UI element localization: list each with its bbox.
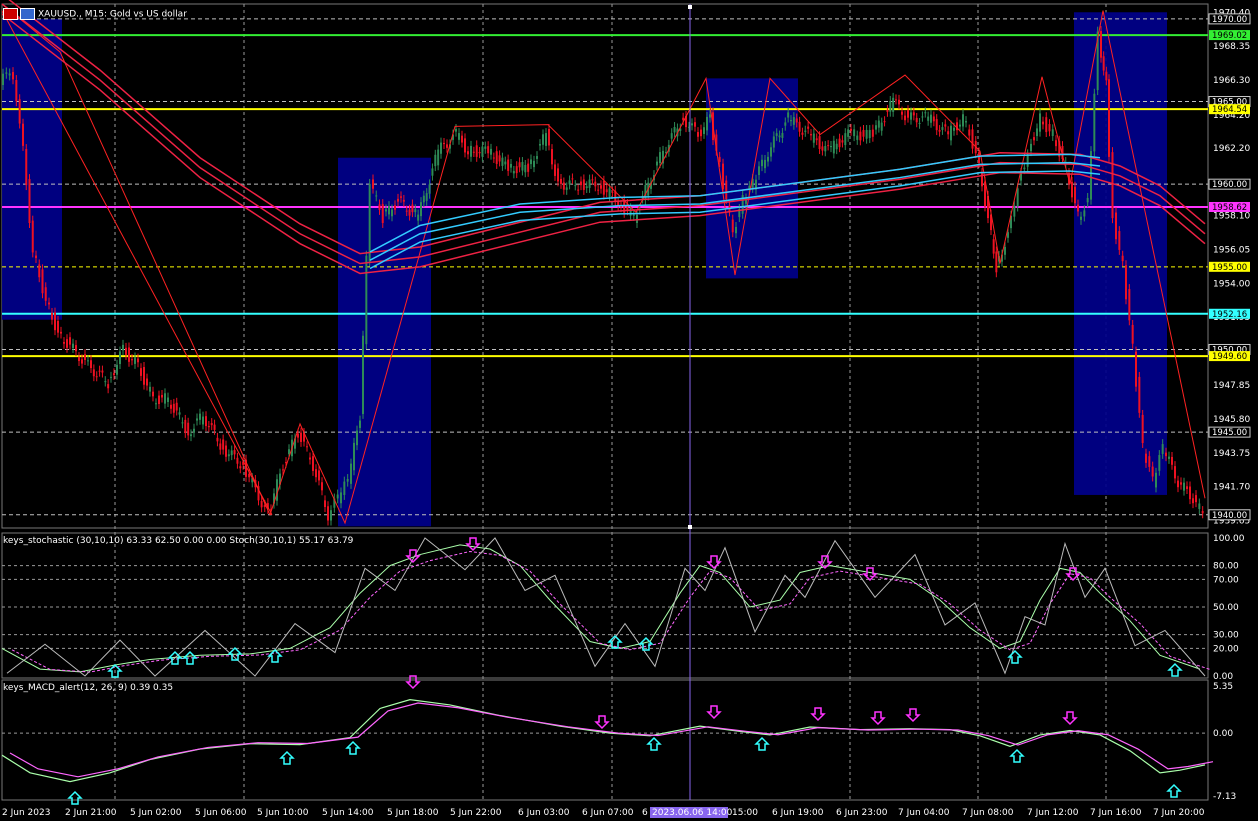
- time-axis-label: 6: [642, 808, 648, 818]
- sell-signal-down-arrow-icon: [810, 707, 826, 722]
- time-axis-label: 6 Jun 07:00: [582, 808, 634, 818]
- buy-signal-up-arrow-icon: [67, 790, 83, 805]
- sell-signal-down-arrow-icon: [862, 567, 878, 582]
- time-axis-label: 5 Jun 10:00: [257, 808, 309, 818]
- trading-terminal-chart[interactable]: 1970.401968.351966.301964.201962.201960.…: [0, 0, 1258, 821]
- price-level-tag-text: 1955.00: [1212, 263, 1247, 273]
- moving-average-slow: [1, 13, 1206, 275]
- main-panel-frame: [1, 3, 1209, 529]
- price-level-tag-text: 1940.00: [1212, 511, 1247, 521]
- price-chart[interactable]: 1970.401968.351966.301964.201962.201960.…: [0, 0, 1258, 821]
- time-axis-label: 7 Jun 12:00: [1027, 808, 1079, 818]
- stochastic-main-line: [1, 544, 1201, 673]
- price-level-tag-text: 1969.02: [1212, 31, 1247, 41]
- crosshair-handle-bottom: [688, 525, 692, 529]
- price-axis-label: 1966.30: [1213, 76, 1250, 86]
- time-axis-label: 7 Jun 04:00: [898, 808, 950, 818]
- zigzag-line: [1, 3, 1206, 525]
- stochastic-axis-label: 0.00: [1213, 672, 1233, 682]
- candlesticks: [2, 26, 1204, 526]
- price-level-tag-text: 1960.00: [1212, 180, 1247, 190]
- time-axis-label: 7 Jun 08:00: [962, 808, 1014, 818]
- time-axis-label: 5 Jun 14:00: [322, 808, 374, 818]
- time-axis-label: 7 Jun 20:00: [1153, 808, 1205, 818]
- stochastic-title: keys_stochastic (30,10,10) 63.33 62.50 0…: [3, 536, 354, 546]
- price-level-tag-text: 1964.54: [1212, 105, 1247, 115]
- price-level-tag-text: 1949.60: [1212, 352, 1247, 362]
- price-level-tag-text: 1970.00: [1212, 15, 1247, 25]
- moving-average-slow: [1, 3, 1206, 265]
- time-axis-label: 7 Jun 16:00: [1090, 808, 1142, 818]
- uk-flag-icon[interactable]: [3, 8, 18, 20]
- time-axis-label: 6 Jun 03:00: [518, 808, 570, 818]
- macd-title: keys_MACD_alert(12, 26, 9) 0.39 0.35: [3, 683, 174, 693]
- sell-signal-down-arrow-icon: [905, 708, 921, 723]
- price-axis-label: 1943.75: [1213, 449, 1250, 459]
- stochastic-axis-label: 50.00: [1213, 603, 1239, 613]
- sell-signal-down-arrow-icon: [706, 705, 722, 720]
- time-axis-label: 5 Jun 06:00: [195, 808, 247, 818]
- macd-axis-label: 0.00: [1213, 729, 1233, 739]
- stochastic-axis-label: 20.00: [1213, 644, 1239, 654]
- sell-signal-down-arrow-icon: [870, 711, 886, 726]
- sell-signal-down-arrow-icon: [465, 537, 481, 552]
- buy-signal-up-arrow-icon: [1167, 662, 1183, 677]
- stochastic-axis-label: 30.00: [1213, 631, 1239, 641]
- crosshair-time-text: 2023.06.06 14:00: [652, 808, 733, 818]
- time-axis-label: 5 Jun 22:00: [450, 808, 502, 818]
- buy-signal-up-arrow-icon: [345, 740, 361, 755]
- buy-signal-up-arrow-icon: [267, 648, 283, 663]
- time-axis-label: 2 Jun 21:00: [65, 808, 117, 818]
- time-axis-label: 2 Jun 2023: [2, 808, 50, 818]
- buy-signal-up-arrow-icon: [1007, 649, 1023, 664]
- macd-axis-label: -7.13: [1213, 792, 1236, 802]
- buy-signal-up-arrow-icon: [1166, 783, 1182, 798]
- sell-signal-down-arrow-icon: [594, 715, 610, 730]
- price-axis-label: 1945.80: [1213, 415, 1250, 425]
- timeframe-label: M15:: [84, 9, 107, 20]
- buy-signal-up-arrow-icon: [279, 750, 295, 765]
- sell-signal-down-arrow-icon: [706, 555, 722, 570]
- time-axis-label: 6 Jun 19:00: [772, 808, 824, 818]
- us-flag-icon[interactable]: [20, 8, 35, 20]
- stochastic-axis-label: 80.00: [1213, 562, 1239, 572]
- time-axis-label: 5 Jun 18:00: [387, 808, 439, 818]
- price-axis-label: 1968.35: [1213, 42, 1250, 52]
- symbol-description: Gold vs US dollar: [109, 9, 187, 20]
- crosshair-handle-top: [688, 5, 692, 9]
- buy-signal-up-arrow-icon: [754, 736, 770, 751]
- sell-signal-down-arrow-icon: [1062, 711, 1078, 726]
- price-axis-label: 1954.00: [1213, 279, 1250, 289]
- price-axis-label: 1962.20: [1213, 144, 1250, 154]
- time-axis-label: 5 Jun 02:00: [130, 808, 182, 818]
- time-axis-label: 15:00: [732, 808, 758, 818]
- macd-main-line: [1, 699, 1206, 783]
- buy-signal-up-arrow-icon: [646, 736, 662, 751]
- price-level-tag-text: 1958.62: [1212, 203, 1247, 213]
- price-axis-label: 1947.85: [1213, 381, 1250, 391]
- price-axis-label: 1958.10: [1213, 212, 1250, 222]
- chart-header: XAUUSD., M15: Gold vs US dollar: [3, 8, 187, 20]
- stochastic-axis-label: 100.00: [1213, 534, 1245, 544]
- price-level-tag-text: 1945.00: [1212, 428, 1247, 438]
- supply-demand-zone: [2, 18, 62, 320]
- symbol-label: XAUUSD.,: [38, 9, 82, 20]
- time-axis-label: 6 Jun 23:00: [836, 808, 888, 818]
- price-level-tag-text: 1952.16: [1212, 310, 1247, 320]
- buy-signal-up-arrow-icon: [182, 650, 198, 665]
- price-axis-label: 1956.05: [1213, 245, 1250, 255]
- buy-signal-up-arrow-icon: [1009, 748, 1025, 763]
- supply-demand-zone: [1074, 12, 1167, 495]
- stochastic-axis-label: 70.00: [1213, 575, 1239, 585]
- price-axis-label: 1941.70: [1213, 483, 1250, 493]
- macd-axis-label: 5.35: [1213, 682, 1233, 692]
